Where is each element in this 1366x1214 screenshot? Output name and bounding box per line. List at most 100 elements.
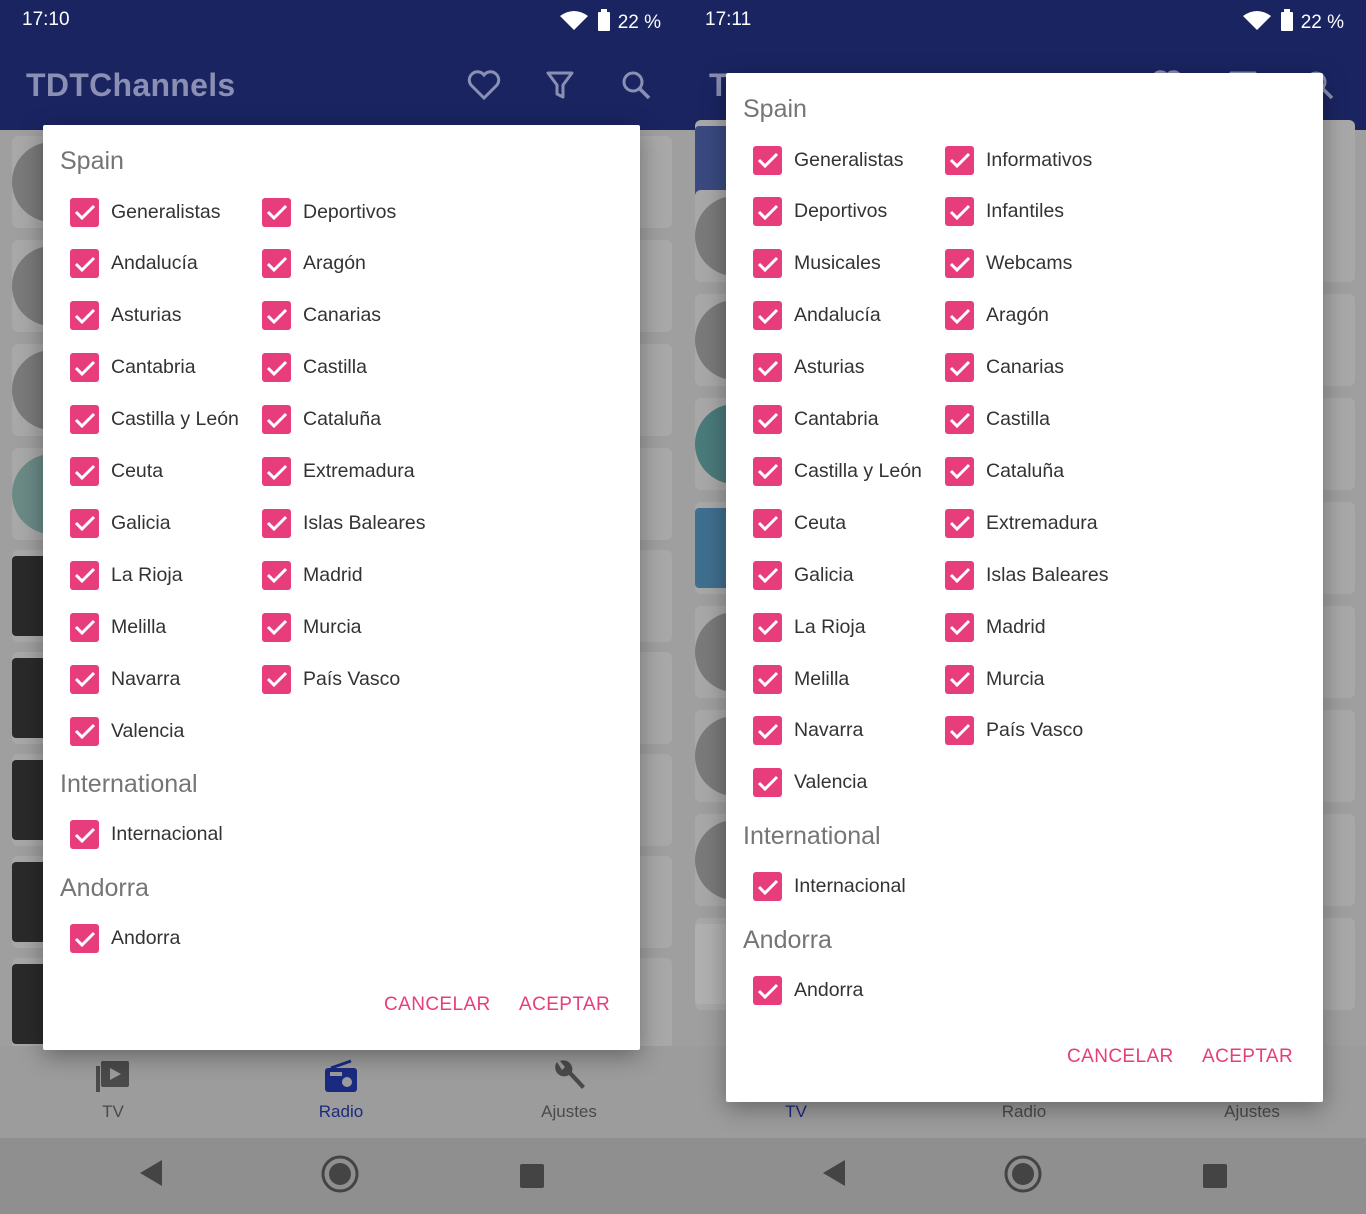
checkbox-checked-icon [262,664,291,694]
checkbox-castilla[interactable]: Castilla [262,351,367,385]
checkbox-ceuta[interactable]: Ceuta [70,455,163,489]
checkbox-label: Aragón [986,304,1049,327]
checkbox-label: Generalistas [111,200,221,223]
section-title-international: International [743,821,881,850]
checkbox-checked-icon [945,508,974,538]
checkbox-informativos[interactable]: Informativos [945,143,1092,177]
checkbox-asturias[interactable]: Asturias [70,299,181,333]
checkbox-murcia[interactable]: Murcia [945,662,1045,696]
checkbox-navarra[interactable]: Navarra [753,714,863,748]
checkbox-cataluna[interactable]: Cataluña [945,454,1064,488]
checkbox-checked-icon [753,353,782,383]
checkbox-checked-icon [753,976,782,1006]
checkbox-label: Extremadura [986,511,1098,534]
checkbox-aragon[interactable]: Aragón [262,247,366,281]
app-title: TDTChannels [26,67,236,103]
checkbox-deportivos[interactable]: Deportivos [753,195,887,229]
section-title-international: International [60,769,198,798]
checkbox-label: Cataluña [986,459,1065,482]
home-icon[interactable] [320,1154,360,1199]
recents-icon[interactable] [1202,1163,1228,1194]
checkbox-musicales[interactable]: Musicales [753,247,881,281]
recents-icon[interactable] [519,1163,545,1194]
checkbox-castilla-y-leon[interactable]: Castilla y León [70,403,239,437]
checkbox-castilla[interactable]: Castilla [945,403,1050,437]
checkbox-islas-baleares[interactable]: Islas Baleares [262,506,425,540]
nav-radio[interactable]: Radio [276,1056,406,1122]
checkbox-valencia[interactable]: Valencia [70,714,184,748]
checkbox-infantiles[interactable]: Infantiles [945,195,1064,229]
home-icon[interactable] [1003,1154,1043,1199]
checkbox-valencia[interactable]: Valencia [753,766,867,800]
checkbox-islas-baleares[interactable]: Islas Baleares [945,558,1108,592]
checkbox-label: País Vasco [986,719,1084,742]
checkbox-ceuta[interactable]: Ceuta [753,506,846,540]
checkbox-cantabria[interactable]: Cantabria [70,351,196,385]
cancel-button[interactable]: CANCELAR [384,994,491,1016]
checkbox-checked-icon [70,508,99,538]
checkbox-webcams[interactable]: Webcams [945,247,1072,281]
checkbox-pais-vasco[interactable]: País Vasco [262,662,400,696]
radio-icon [276,1056,406,1096]
filter-icon[interactable] [537,62,583,108]
checkbox-melilla[interactable]: Melilla [70,610,166,644]
checkbox-label: Madrid [986,615,1046,638]
checkbox-checked-icon [262,508,291,538]
back-icon[interactable] [138,1158,164,1193]
checkbox-murcia[interactable]: Murcia [262,610,362,644]
checkbox-label: Ceuta [794,511,847,534]
checkbox-extremadura[interactable]: Extremadura [262,455,415,489]
nav-tv-label: TV [102,1102,124,1121]
checkbox-canarias[interactable]: Canarias [262,299,381,333]
checkbox-madrid[interactable]: Madrid [945,610,1046,644]
checkbox-galicia[interactable]: Galicia [70,506,171,540]
checkbox-generalistas[interactable]: Generalistas [70,195,220,229]
search-icon[interactable] [613,62,659,108]
cancel-button[interactable]: CANCELAR [1067,1046,1174,1068]
checkbox-melilla[interactable]: Melilla [753,662,849,696]
checkbox-andalucia[interactable]: Andalucía [753,299,881,333]
checkbox-andorra[interactable]: Andorra [753,974,863,1008]
accept-button[interactable]: ACEPTAR [519,994,610,1016]
checkbox-andorra[interactable]: Andorra [70,922,180,956]
checkbox-andalucia[interactable]: Andalucía [70,247,198,281]
system-navigation-bar [683,1138,1366,1214]
checkbox-label: Castilla [303,356,367,379]
checkbox-label: La Rioja [794,615,866,638]
checkbox-cataluna[interactable]: Cataluña [262,403,381,437]
checkbox-madrid[interactable]: Madrid [262,558,363,592]
checkbox-extremadura[interactable]: Extremadura [945,506,1098,540]
checkbox-pais-vasco[interactable]: País Vasco [945,714,1083,748]
checkbox-canarias[interactable]: Canarias [945,351,1064,385]
checkbox-galicia[interactable]: Galicia [753,558,854,592]
back-icon[interactable] [821,1158,847,1193]
checkbox-la-rioja[interactable]: La Rioja [753,610,866,644]
checkbox-internacional[interactable]: Internacional [753,870,906,904]
checkbox-checked-icon [70,664,99,694]
battery-icon [597,9,610,37]
nav-ajustes-label: Ajustes [541,1102,597,1121]
checkbox-label: Andalucía [794,304,881,327]
checkbox-cantabria[interactable]: Cantabria [753,403,879,437]
checkbox-asturias[interactable]: Asturias [753,351,864,385]
checkbox-navarra[interactable]: Navarra [70,662,180,696]
status-bar: 17:10 22 % [0,0,683,40]
checkbox-label: Navarra [111,667,181,690]
checkbox-castilla-y-leon[interactable]: Castilla y León [753,454,922,488]
checkbox-la-rioja[interactable]: La Rioja [70,558,183,592]
category-filter-dialog: Spain Generalistas Deportivos Andalucía Arag… [43,125,640,1050]
checkbox-generalistas[interactable]: Generalistas [753,143,903,177]
checkbox-checked-icon [753,301,782,331]
favorites-heart-icon[interactable] [461,62,507,108]
checkbox-label: Galicia [111,511,171,534]
checkbox-checked-icon [262,197,291,227]
battery-percent: 22 % [617,12,661,33]
checkbox-label: Murcia [986,667,1045,690]
checkbox-deportivos[interactable]: Deportivos [262,195,396,229]
checkbox-checked-icon [70,560,99,590]
checkbox-aragon[interactable]: Aragón [945,299,1049,333]
nav-tv[interactable]: TV [48,1056,178,1122]
checkbox-internacional[interactable]: Internacional [70,818,223,852]
nav-ajustes[interactable]: Ajustes [504,1056,634,1122]
accept-button[interactable]: ACEPTAR [1202,1046,1293,1068]
